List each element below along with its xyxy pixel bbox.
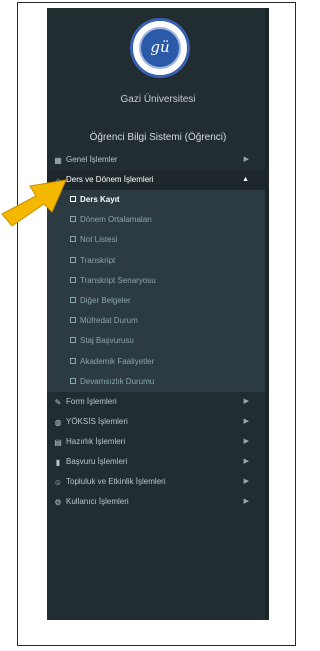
square-icon <box>70 276 76 283</box>
logo-monogram: gü <box>150 38 170 56</box>
submenu-item-1[interactable]: Dönem Ortalamaları <box>47 210 265 230</box>
menu-item-label: Form İşlemleri <box>66 396 117 406</box>
square-icon <box>70 196 76 202</box>
submenu-item-8[interactable]: Akademik Faaliyetler <box>47 352 265 372</box>
submenu-item-3[interactable]: Transkript <box>47 251 265 271</box>
submenu-item-label: Dönem Ortalamaları <box>80 215 153 225</box>
submenu-item-label: Transkript Senaryosu <box>80 275 156 285</box>
submenu-item-9[interactable]: Devamsızlık Durumu <box>47 372 265 392</box>
submenu-item-2[interactable]: Not Listesi <box>47 230 265 250</box>
sidebar: gü Gazi Üniversitesi Öğrenci Bilgi Siste… <box>47 8 269 620</box>
submenu-item-label: Müfredat Durum <box>80 316 138 326</box>
submenu-item-label: Ders Kayıt <box>80 195 120 204</box>
menu-item-3[interactable]: ◍ YÖKSİS İşlemleri ▶ <box>47 412 265 432</box>
menu-item-1[interactable]: ⌂ Ders ve Dönem İşlemleri ▲ <box>47 170 265 190</box>
square-icon <box>70 256 76 263</box>
menu-item-4[interactable]: ▤ Hazırlık İşlemleri ▶ <box>47 432 265 452</box>
table-icon: ▦ <box>54 156 62 165</box>
submenu-item-label: Devamsızlık Durumu <box>80 376 155 386</box>
document-icon: ▮ <box>55 457 61 467</box>
chevron-right-icon: ▶ <box>243 457 249 465</box>
chevron-right-icon: ▶ <box>243 417 249 425</box>
menu-item-6[interactable]: ☺ Topluluk ve Etkinlik İşlemleri ▶ <box>47 472 265 492</box>
square-icon <box>70 337 76 344</box>
university-name: Gazi Üniversitesi <box>120 94 196 105</box>
menu-item-5[interactable]: ▮ Başvuru İşlemleri ▶ <box>47 452 265 472</box>
submenu-item-label: Akademik Faaliyetler <box>80 356 155 366</box>
menu-item-label: Topluluk ve Etkinlik İşlemleri <box>66 476 166 486</box>
submenu-item-5[interactable]: Diğer Belgeler <box>47 291 265 311</box>
submenu: Ders Kayıt Dönem Ortalamaları Not Listesi T… <box>47 190 265 392</box>
chevron-right-icon: ▶ <box>243 397 249 405</box>
submenu-item-0[interactable]: Ders Kayıt <box>47 190 265 210</box>
chevron-right-icon: ▶ <box>243 156 249 163</box>
chevron-right-icon: ▶ <box>243 497 249 505</box>
globe-icon: ◍ <box>54 417 62 427</box>
square-icon <box>70 317 76 324</box>
submenu-item-7[interactable]: Staj Başvurusu <box>47 331 265 351</box>
form-icon: ✎ <box>54 397 62 407</box>
menu-item-label: Başvuru İşlemleri <box>66 456 128 466</box>
chevron-up-icon: ▲ <box>242 176 249 183</box>
users-icon: ☺ <box>53 477 63 487</box>
pointer-arrow-icon <box>1 179 67 227</box>
submenu-item-label: Transkript <box>80 255 116 265</box>
keyboard-icon: ▤ <box>54 437 62 447</box>
submenu-item-6[interactable]: Müfredat Durum <box>47 311 265 331</box>
menu-item-7[interactable]: ⚙ Kullanıcı İşlemleri ▶ <box>47 492 265 512</box>
menu-item-label: Genel İşlemler <box>66 155 118 164</box>
menu-item-2[interactable]: ✎ Form İşlemleri ▶ <box>47 392 265 412</box>
submenu-item-label: Not Listesi <box>80 235 118 245</box>
menu-item-label: YÖKSİS İşlemleri <box>66 416 128 426</box>
menu-item-0[interactable]: ▦ Genel İşlemler ▶ <box>47 150 265 170</box>
submenu-item-4[interactable]: Transkript Senaryosu <box>47 271 265 291</box>
square-icon <box>70 296 76 303</box>
user-cog-icon: ⚙ <box>54 497 62 507</box>
logo-emblem: gü <box>139 27 181 69</box>
panel-title: Öğrenci Bilgi Sistemi (Öğrenci) <box>89 132 227 143</box>
sidebar-menu: ▦ Genel İşlemler ▶ ⌂ Ders ve Dönem İşlemleri… <box>47 150 265 512</box>
chevron-right-icon: ▶ <box>243 437 249 445</box>
submenu-item-label: Staj Başvurusu <box>80 336 134 346</box>
university-logo: gü <box>130 18 190 78</box>
menu-item-label: Kullanıcı İşlemleri <box>66 496 129 506</box>
menu-item-label: Hazırlık İşlemleri <box>66 436 126 446</box>
square-icon <box>70 377 76 384</box>
square-icon <box>70 357 76 364</box>
chevron-right-icon: ▶ <box>243 477 249 485</box>
submenu-item-label: Diğer Belgeler <box>80 295 131 305</box>
menu-item-label: Ders ve Dönem İşlemleri <box>66 175 154 184</box>
square-icon <box>70 236 76 243</box>
square-icon <box>70 216 76 223</box>
